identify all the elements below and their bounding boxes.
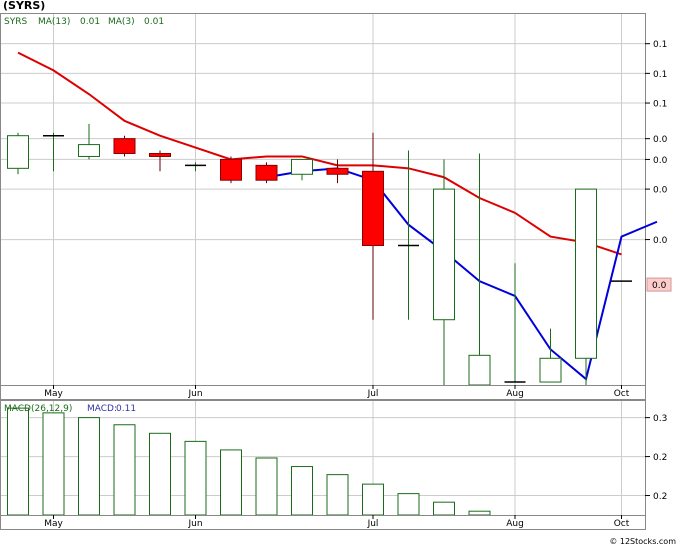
footer-copyright: © 12Stocks.com — [609, 537, 676, 546]
macd-y-tick-label: 0.3 — [653, 414, 667, 424]
macd-x-axis-strip — [0, 515, 646, 530]
candle-body — [291, 158, 313, 175]
price-x-tick-label: Oct — [614, 389, 630, 399]
macd-x-tick-label: Jul — [367, 519, 379, 529]
candle-body — [433, 188, 455, 321]
price-y-tick-label: 0.0 — [653, 156, 668, 166]
macd-bar — [184, 440, 207, 516]
price-panel — [0, 13, 646, 386]
macd-bar — [113, 424, 136, 516]
macd-bar — [220, 449, 242, 516]
macd-bar — [397, 493, 420, 516]
candle-body — [7, 135, 29, 169]
candle-body — [575, 188, 597, 359]
last-price-badge: 0.0 — [652, 281, 667, 291]
candle-body — [113, 138, 136, 154]
macd-bar — [433, 501, 455, 516]
candle — [7, 132, 29, 175]
macd-y-tick-label: 0.2 — [653, 492, 667, 502]
candle-body — [539, 357, 562, 383]
macd-bar — [42, 412, 65, 516]
candle — [255, 162, 278, 184]
macd-legend-value-label: MACD: — [87, 404, 117, 414]
legend-ma3-label: MA(3) — [108, 17, 135, 27]
candle — [220, 156, 242, 184]
candle — [113, 135, 136, 157]
candle-body — [362, 170, 384, 247]
price-x-tick-label: Jul — [367, 389, 379, 399]
price-y-axis: 0.1 0.1 0.1 0.0 0.0 0.0 0.0 — [645, 40, 668, 246]
macd-bar — [7, 407, 29, 516]
macd-x-tick-label: Jun — [187, 519, 202, 529]
candle-body — [255, 164, 278, 181]
macd-x-tick-label: May — [44, 519, 63, 529]
macd-y-tick-label: 0.2 — [653, 453, 667, 463]
price-y-tick-label: 0.1 — [653, 70, 667, 80]
price-y-tick-label: 0.1 — [653, 40, 667, 50]
price-x-tick-label: Jun — [187, 389, 202, 399]
legend-ticker: SYRS — [4, 17, 27, 27]
stock-chart: 0.1 0.1 0.1 0.0 0.0 0.0 0.0 May Jun Jul Aug Oct SY… — [0, 13, 672, 530]
price-y-tick-label: 0.0 — [653, 135, 668, 145]
macd-bar — [468, 510, 491, 516]
macd-legend-label: MACD(26,12,9) — [4, 404, 72, 414]
price-x-tick-label: May — [44, 389, 63, 399]
macd-bar — [291, 466, 313, 516]
candle-body — [149, 152, 171, 157]
legend-ma3-value: 0.01 — [144, 17, 164, 27]
price-y-tick-label: 0.0 — [653, 236, 668, 246]
macd-bar — [78, 417, 100, 516]
candle-body — [78, 144, 100, 157]
macd-bar — [326, 474, 349, 516]
price-x-axis-strip — [0, 385, 646, 400]
candle — [575, 188, 597, 385]
macd-y-axis: 0.3 0.2 0.2 — [645, 414, 667, 502]
macd-bar — [255, 457, 278, 516]
price-x-tick-label: Aug — [506, 389, 524, 399]
macd-bar — [149, 432, 171, 516]
candle-body — [468, 354, 491, 386]
macd-x-tick-label: Aug — [506, 519, 524, 529]
macd-legend-value: 0.11 — [116, 404, 136, 414]
candle-body — [326, 167, 349, 175]
legend-ma13-value: 0.01 — [80, 17, 100, 27]
legend-ma13-label: MA(13) — [38, 17, 70, 27]
macd-bar — [362, 483, 384, 516]
macd-x-tick-label: Oct — [614, 519, 630, 529]
price-y-tick-label: 0.0 — [653, 186, 668, 196]
candle-body — [220, 158, 242, 181]
price-y-tick-label: 0.1 — [653, 100, 667, 110]
